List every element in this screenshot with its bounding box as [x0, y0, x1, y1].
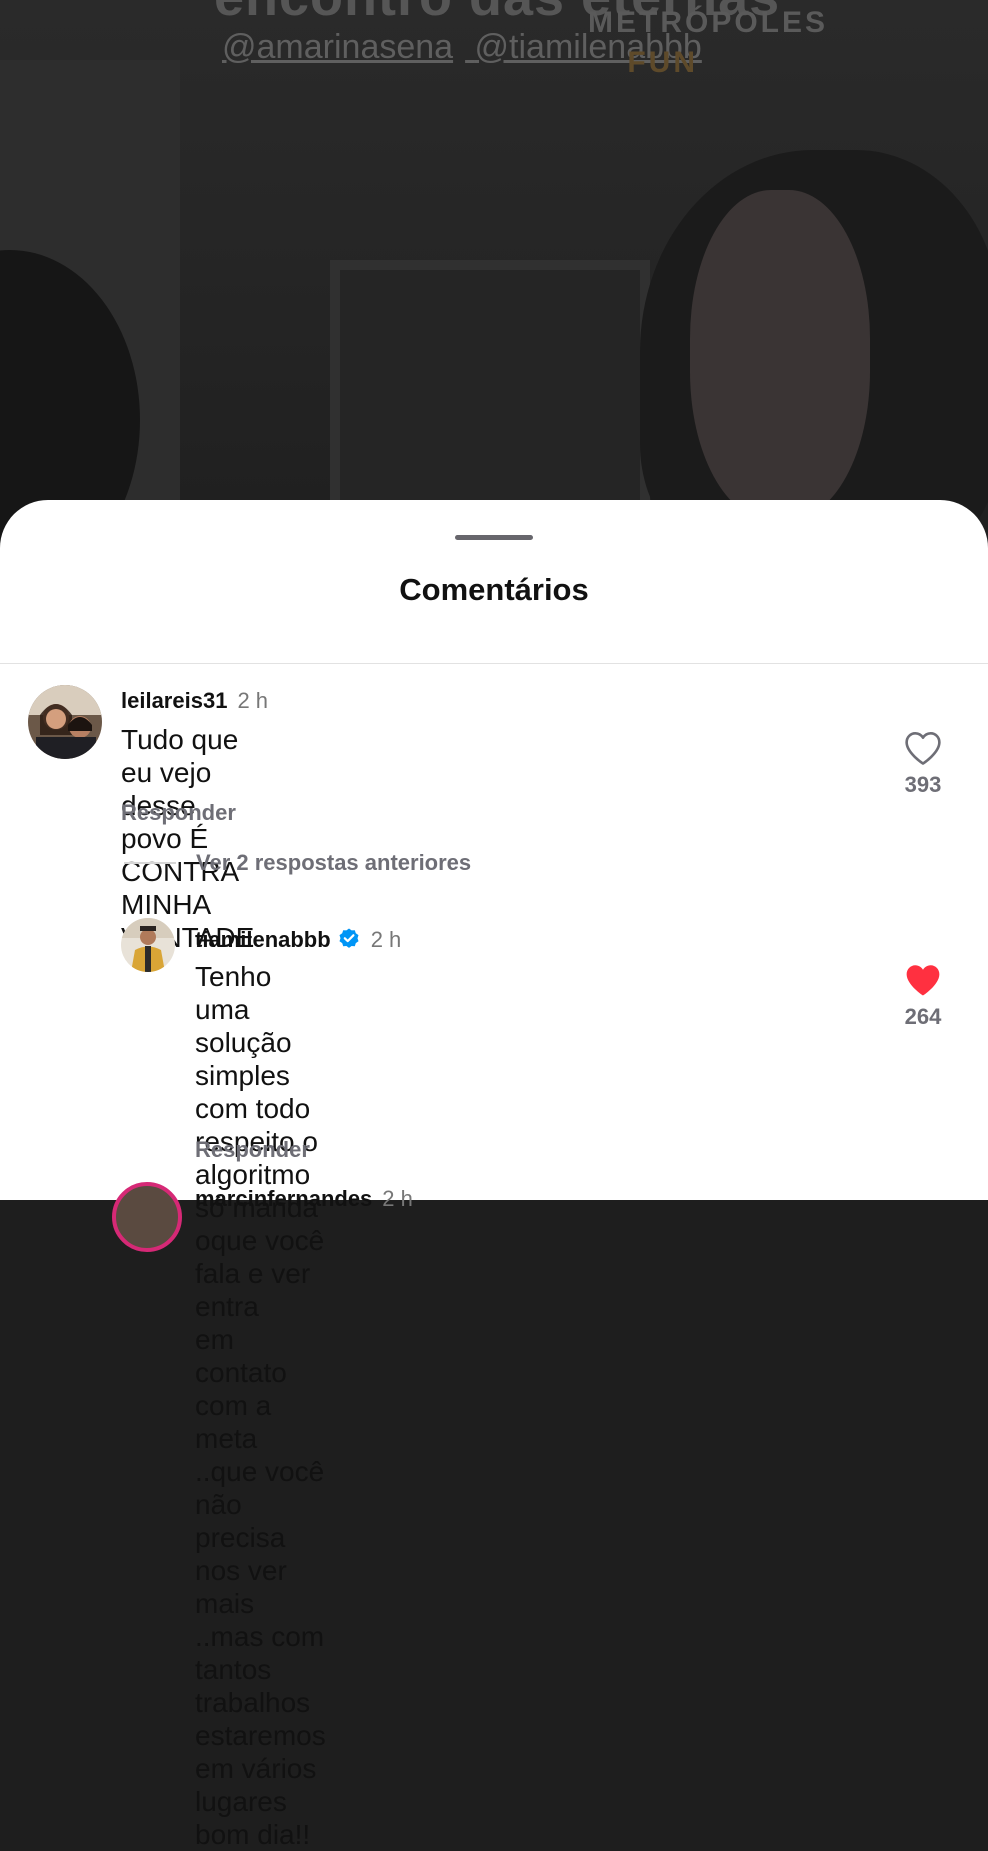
sheet-grabber-handle[interactable] — [455, 535, 533, 540]
heart-filled-icon[interactable] — [903, 962, 943, 998]
reply-username[interactable]: tiamilenabbb — [195, 927, 331, 952]
video-background[interactable]: encontro das eternas @amarinasena @tiami… — [0, 0, 988, 560]
replies-divider-line — [124, 862, 176, 864]
view-previous-replies[interactable]: Ver 2 respostas anteriores — [124, 850, 471, 876]
like-control: 393 — [893, 730, 953, 798]
comment-username[interactable]: marcinfernandes — [195, 1186, 372, 1211]
logo-brand: METRÓPOLES — [588, 6, 829, 39]
reply-text-line: estaremos em vários lugares bom dia!! — [195, 1720, 326, 1850]
reply-time: 2 h — [370, 927, 402, 952]
comment-time: 2 h — [237, 688, 269, 713]
overlay-tag: @amarinasena — [222, 28, 454, 66]
heart-outline-icon[interactable] — [903, 730, 943, 766]
reply-button[interactable]: Responder — [121, 800, 236, 826]
person-face-right — [690, 190, 870, 520]
avatar[interactable] — [112, 1182, 182, 1252]
reply-text-line: em contato com a meta ..que você não pre… — [195, 1324, 325, 1553]
logo-sub: FUN — [627, 46, 699, 79]
verified-badge-icon — [339, 928, 359, 948]
like-control: 264 — [893, 962, 953, 1030]
header-divider — [0, 663, 988, 664]
comment-username[interactable]: leilareis31 — [121, 688, 227, 713]
comment-time: 2 h — [382, 1186, 413, 1211]
reply-text-line: nos ver mais ..mas com tantos trabalhos — [195, 1555, 325, 1718]
comments-sheet: Comentários leilareis31 2 h Tudo que eu v… — [0, 500, 988, 1850]
view-replies-label: Ver 2 respostas anteriores — [196, 850, 472, 875]
avatar[interactable] — [28, 685, 102, 759]
like-count: 264 — [904, 1004, 942, 1029]
sheet-title: Comentários — [399, 572, 589, 607]
reply-button[interactable]: Responder — [195, 1137, 310, 1163]
reply-text-line: Tenho uma solução simples com todo respe… — [195, 961, 318, 1157]
reply-text-line: algoritmo só manda oque você fala e ver … — [195, 1159, 325, 1322]
comment-header: leilareis31 2 h — [121, 688, 268, 714]
avatar[interactable] — [121, 918, 175, 972]
comment-header: marcinfernandes 2 h — [195, 1186, 413, 1212]
reply-header: tiamilenabbb 2 h — [195, 926, 401, 953]
reply-text: Tenho uma solução simples com todo respe… — [195, 960, 326, 1851]
metropoles-logo: METRÓPOLES FUN — [588, 6, 828, 80]
like-count: 393 — [904, 772, 942, 797]
